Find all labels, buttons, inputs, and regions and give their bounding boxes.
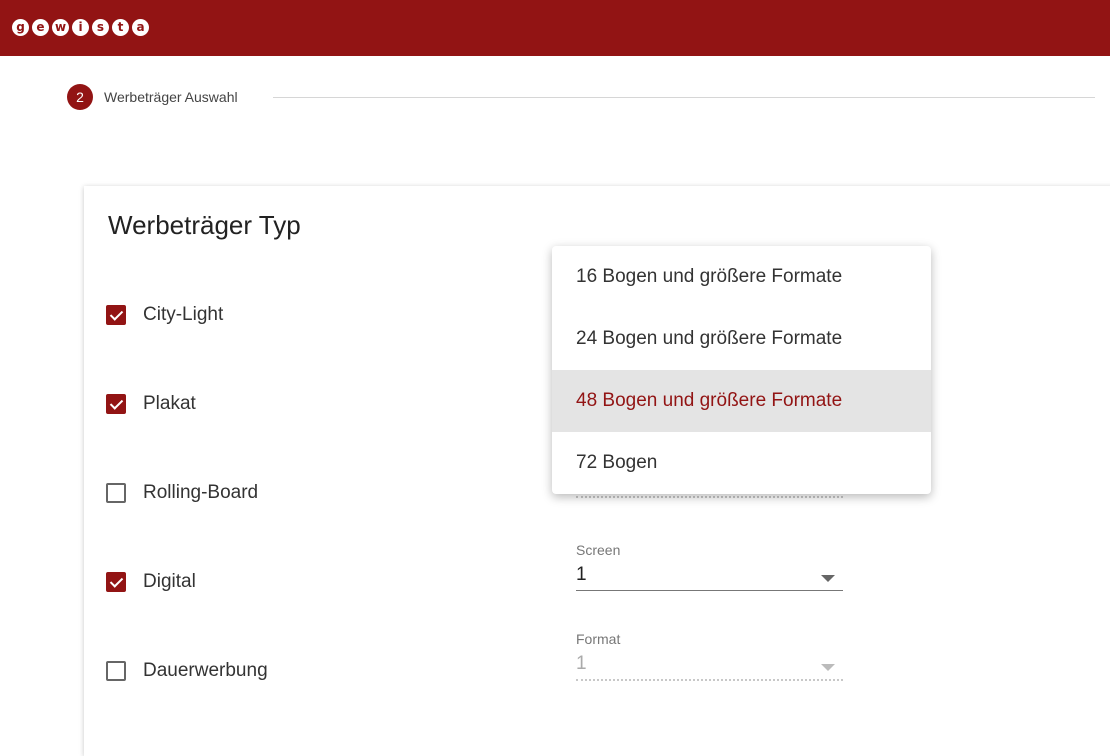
chevron-down-icon bbox=[821, 664, 835, 671]
select-underline bbox=[576, 496, 843, 498]
stepper: 2 Werbeträger Auswahl bbox=[67, 84, 1095, 110]
checkbox-unchecked-icon[interactable] bbox=[106, 483, 126, 503]
select-label: Format bbox=[576, 631, 621, 647]
checkbox-label: Plakat bbox=[143, 393, 196, 414]
checkbox-checked-icon[interactable] bbox=[106, 572, 126, 592]
checkbox-label: Rolling-Board bbox=[143, 482, 259, 503]
step-label: Werbeträger Auswahl bbox=[104, 89, 238, 105]
screen-select[interactable]: Screen 1 bbox=[576, 542, 843, 591]
logo-letter: e bbox=[32, 18, 49, 36]
logo-letter: i bbox=[72, 18, 89, 36]
dropdown-option-selected[interactable]: 48 Bogen und größere Formate bbox=[552, 370, 931, 432]
checkbox-plakat[interactable]: Plakat bbox=[106, 391, 196, 417]
top-bar: g e w i s t a bbox=[0, 0, 1110, 56]
checkbox-unchecked-icon[interactable] bbox=[106, 661, 126, 681]
checkbox-label: Digital bbox=[143, 571, 196, 592]
dropdown-option[interactable]: 72 Bogen bbox=[552, 432, 931, 494]
checkbox-checked-icon[interactable] bbox=[106, 305, 126, 325]
select-label: Screen bbox=[576, 542, 621, 558]
checkbox-dauerwerbung[interactable]: Dauerwerbung bbox=[106, 658, 268, 684]
checkbox-label: Dauerwerbung bbox=[143, 660, 268, 681]
dropdown-option[interactable]: 16 Bogen und größere Formate bbox=[552, 246, 931, 308]
logo-letter: s bbox=[92, 18, 109, 36]
checkbox-checked-icon[interactable] bbox=[106, 394, 126, 414]
step-number-badge: 2 bbox=[67, 84, 93, 110]
select-value: 1 bbox=[576, 564, 587, 585]
logo-letter: w bbox=[52, 18, 69, 36]
logo-letter: a bbox=[132, 18, 149, 36]
checkbox-city-light[interactable]: City-Light bbox=[106, 302, 223, 328]
logo-letter: g bbox=[12, 18, 29, 36]
format-dropdown-panel: 16 Bogen und größere Formate 24 Bogen un… bbox=[552, 246, 931, 494]
gewista-logo[interactable]: g e w i s t a bbox=[12, 17, 149, 37]
format-select: Format 1 bbox=[576, 631, 843, 681]
select-value: 1 bbox=[576, 653, 587, 674]
step-divider bbox=[273, 97, 1095, 98]
logo-letter: t bbox=[112, 18, 129, 36]
checkbox-label: City-Light bbox=[143, 304, 224, 325]
select-underline bbox=[576, 679, 843, 681]
checkbox-digital[interactable]: Digital bbox=[106, 569, 196, 595]
chevron-down-icon[interactable] bbox=[821, 575, 835, 582]
card-title: Werbeträger Typ bbox=[108, 210, 301, 240]
select-underline bbox=[576, 590, 843, 591]
checkbox-rolling-board[interactable]: Rolling-Board bbox=[106, 480, 258, 506]
dropdown-option[interactable]: 24 Bogen und größere Formate bbox=[552, 308, 931, 370]
